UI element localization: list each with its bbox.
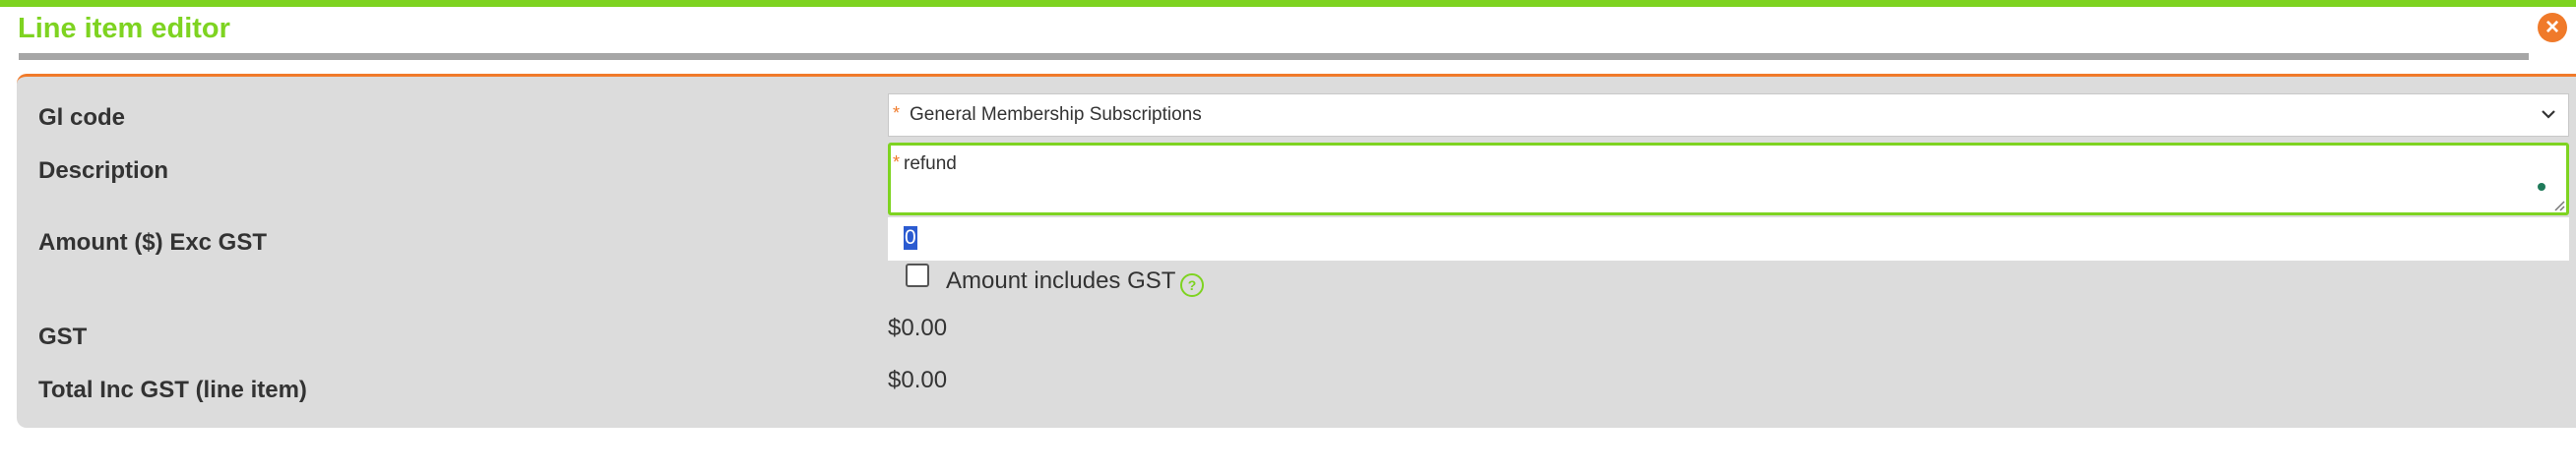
help-icon[interactable]: ? <box>1180 273 1204 297</box>
required-marker: * <box>893 152 901 172</box>
resize-handle-icon[interactable] <box>2551 198 2565 211</box>
gst-label: GST <box>38 324 88 350</box>
amount-label: Amount ($) Exc GST <box>38 229 268 256</box>
dialog-title: Line item editor <box>18 13 230 44</box>
top-accent-bar <box>0 0 2576 7</box>
description-value: refund <box>904 153 957 174</box>
grammar-indicator-dot <box>2538 183 2545 191</box>
includes-gst-label[interactable]: Amount includes GST <box>946 266 1175 296</box>
description-label: Description <box>38 157 169 184</box>
gl-code-select[interactable]: * General Membership Subscriptions <box>888 93 2569 137</box>
line-item-form: Gl code * General Membership Subscriptio… <box>17 74 2576 428</box>
amount-value: 0 <box>904 226 917 250</box>
gl-code-selected-value: General Membership Subscriptions <box>910 104 1202 125</box>
chevron-down-icon <box>2542 110 2555 119</box>
description-textarea[interactable]: * refund <box>888 143 2569 215</box>
gl-code-label: Gl code <box>38 104 126 131</box>
total-label: Total Inc GST (line item) <box>38 377 307 403</box>
total-value: $0.00 <box>888 367 948 393</box>
includes-gst-checkbox[interactable] <box>906 264 929 287</box>
required-marker: * <box>893 103 901 123</box>
close-icon: × <box>2545 14 2559 40</box>
close-button[interactable]: × <box>2538 13 2567 42</box>
amount-input[interactable]: 0 <box>888 217 2569 261</box>
gst-value: $0.00 <box>888 315 948 341</box>
title-divider <box>19 53 2529 60</box>
